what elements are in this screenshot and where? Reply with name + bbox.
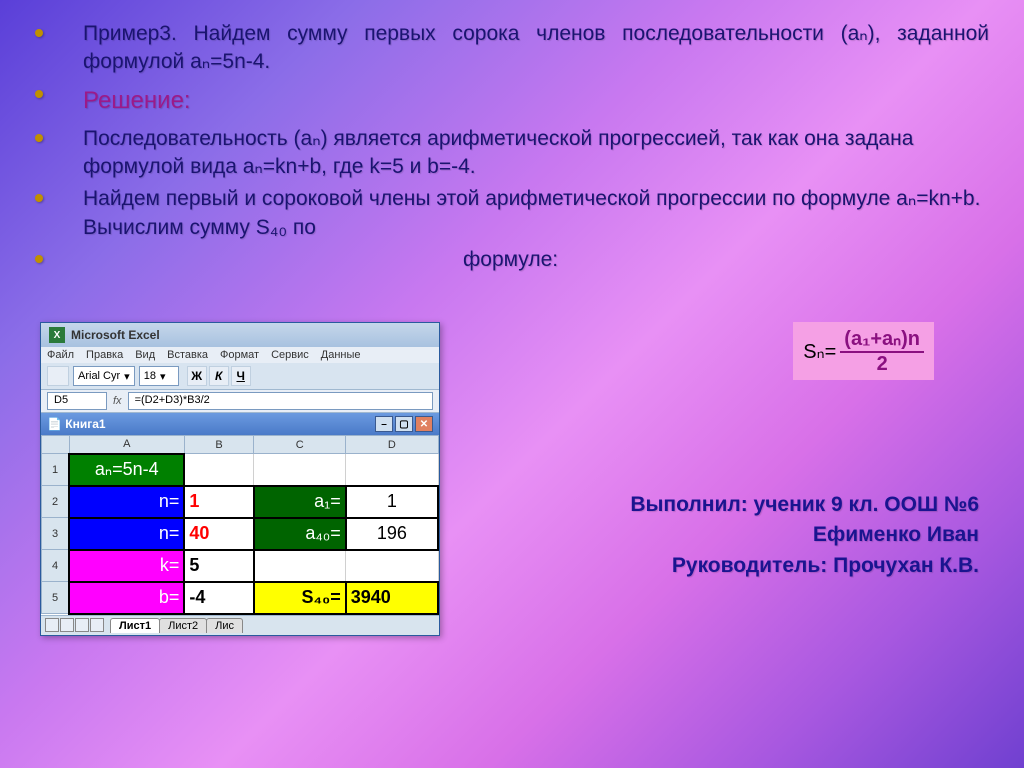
maximize-button[interactable]: ▢ — [395, 416, 413, 432]
workbook-titlebar: 📄 Книга1 – ▢ ✕ — [41, 413, 439, 435]
row-header[interactable]: 1 — [42, 454, 70, 486]
cell-b4[interactable]: 5 — [184, 550, 253, 582]
cell-a3[interactable]: n= — [69, 518, 184, 550]
formula-denominator: 2 — [873, 353, 892, 376]
cell-b3[interactable]: 40 — [184, 518, 253, 550]
sheet-tab-2[interactable]: Лист2 — [159, 618, 207, 633]
app-titlebar: X Microsoft Excel — [41, 323, 439, 347]
cell-b1[interactable] — [184, 454, 253, 486]
formula-bar: D5 fx =(D2+D3)*B3/2 — [41, 390, 439, 413]
cell-c4[interactable] — [254, 550, 346, 582]
tab-nav-first[interactable] — [45, 618, 59, 632]
table-row: 1 aₙ=5n-4 — [42, 454, 439, 486]
cell-c1[interactable] — [254, 454, 346, 486]
row-header[interactable]: 3 — [42, 518, 70, 550]
cell-a1[interactable]: aₙ=5n-4 — [69, 454, 184, 486]
cell-c2[interactable]: a₁= — [254, 486, 346, 518]
table-row: 2 n= 1 a₁= 1 — [42, 486, 439, 518]
bullet-4: Найдем первый и сороковой члены этой ари… — [83, 185, 989, 242]
formula-lhs: Sₙ= — [803, 339, 836, 364]
sheet-tab-1[interactable]: Лист1 — [110, 618, 160, 633]
font-size-select[interactable]: 18 ▾ — [139, 366, 179, 386]
formula-numerator: (a₁+aₙ)n — [840, 326, 924, 353]
menubar: Файл Правка Вид Вставка Формат Сервис Да… — [41, 347, 439, 363]
tab-nav-last[interactable] — [90, 618, 104, 632]
cell-d2[interactable]: 1 — [346, 486, 438, 518]
bullet-icon — [35, 90, 43, 98]
credit-line-1: Выполнил: ученик 9 кл. ООШ №6 — [630, 490, 979, 520]
bullet-3: Последовательность (aₙ) является арифмет… — [83, 125, 989, 182]
row-header[interactable]: 2 — [42, 486, 70, 518]
excel-app-icon: X — [49, 327, 65, 343]
menu-insert[interactable]: Вставка — [167, 349, 208, 361]
col-header-c[interactable]: C — [254, 436, 346, 454]
cell-d5[interactable]: 3940 — [346, 582, 438, 614]
menu-file[interactable]: Файл — [47, 349, 74, 361]
menu-view[interactable]: Вид — [135, 349, 155, 361]
bullet-icon — [35, 29, 43, 37]
spreadsheet-grid[interactable]: A B C D 1 aₙ=5n-4 2 n= 1 a₁= 1 3 n= 40 a… — [41, 435, 439, 615]
tab-nav-prev[interactable] — [60, 618, 74, 632]
col-header-a[interactable]: A — [69, 436, 184, 454]
menu-edit[interactable]: Правка — [86, 349, 123, 361]
font-name-select[interactable]: Arial Cyr ▾ — [73, 366, 135, 386]
cell-d3[interactable]: 196 — [346, 518, 438, 550]
col-header-d[interactable]: D — [346, 436, 438, 454]
table-row: 4 k= 5 — [42, 550, 439, 582]
credits-block: Выполнил: ученик 9 кл. ООШ №6 Ефименко И… — [630, 490, 979, 581]
cell-a2[interactable]: n= — [69, 486, 184, 518]
bullet-icon — [35, 194, 43, 202]
underline-button[interactable]: Ч — [231, 366, 251, 386]
select-all-corner[interactable] — [42, 436, 70, 454]
fx-label[interactable]: fx — [113, 395, 122, 407]
app-title: Microsoft Excel — [71, 328, 160, 342]
cell-c5[interactable]: S₄₀= — [254, 582, 346, 614]
cell-a4[interactable]: k= — [69, 550, 184, 582]
menu-service[interactable]: Сервис — [271, 349, 309, 361]
sheet-tab-3[interactable]: Лис — [206, 618, 243, 633]
excel-window: X Microsoft Excel Файл Правка Вид Вставк… — [40, 322, 440, 636]
workbook-name: Книга1 — [65, 417, 105, 431]
toolbar-button[interactable] — [47, 366, 69, 386]
cell-b2[interactable]: 1 — [184, 486, 253, 518]
italic-button[interactable]: К — [209, 366, 229, 386]
col-header-b[interactable]: B — [184, 436, 253, 454]
cell-d4[interactable] — [346, 550, 438, 582]
credit-line-2: Ефименко Иван — [630, 520, 979, 550]
credit-line-3: Руководитель: Прочухан К.В. — [630, 551, 979, 581]
cell-b5[interactable]: -4 — [184, 582, 253, 614]
bold-button[interactable]: Ж — [187, 366, 207, 386]
bullet-icon — [35, 255, 43, 263]
sheet-tabs: Лист1 Лист2 Лис — [41, 615, 439, 635]
toolbar: Arial Cyr ▾ 18 ▾ Ж К Ч — [41, 363, 439, 390]
bullet-1: Пример3. Найдем сумму первых сорока член… — [83, 20, 989, 77]
close-button[interactable]: ✕ — [415, 416, 433, 432]
bullet-icon — [35, 134, 43, 142]
solution-heading: Решение: — [83, 87, 191, 115]
cell-c3[interactable]: a₄₀= — [254, 518, 346, 550]
tab-nav-next[interactable] — [75, 618, 89, 632]
table-row: 5 b= -4 S₄₀= 3940 — [42, 582, 439, 614]
bullet-5: формуле: — [463, 246, 558, 274]
formula-input[interactable]: =(D2+D3)*B3/2 — [128, 392, 433, 410]
name-box[interactable]: D5 — [47, 392, 107, 410]
menu-data[interactable]: Данные — [321, 349, 361, 361]
row-header[interactable]: 5 — [42, 582, 70, 614]
sum-formula-box: Sₙ= (a₁+aₙ)n 2 — [793, 322, 934, 380]
cell-d1[interactable] — [346, 454, 438, 486]
minimize-button[interactable]: – — [375, 416, 393, 432]
menu-format[interactable]: Формат — [220, 349, 259, 361]
table-row: 3 n= 40 a₄₀= 196 — [42, 518, 439, 550]
cell-a5[interactable]: b= — [69, 582, 184, 614]
row-header[interactable]: 4 — [42, 550, 70, 582]
